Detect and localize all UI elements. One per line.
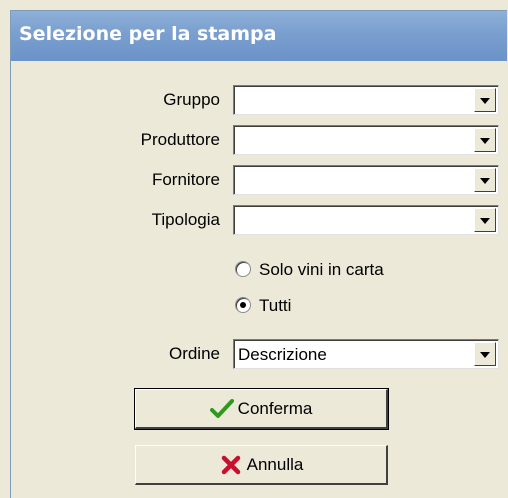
ordine-label: Ordine [168, 344, 220, 363]
cancel-button-label: Annulla [246, 454, 304, 474]
title-bar[interactable]: Selezione per la stampa [11, 11, 507, 61]
fornitore-label: Fornitore [151, 170, 220, 189]
radio-button-selected[interactable] [235, 297, 251, 313]
check-icon [209, 397, 234, 421]
gruppo-dropdown-arrow-icon[interactable] [474, 88, 496, 112]
radio-label: Solo vini in carta [259, 260, 384, 279]
dialog-window: Selezione per la stampa Gruppo Produttor… [10, 10, 507, 498]
cancel-button[interactable]: Annulla [135, 445, 388, 485]
ordine-value: Descrizione [238, 345, 327, 364]
window-title: Selezione per la stampa [19, 23, 277, 45]
x-mark-icon [219, 453, 243, 477]
confirm-button[interactable]: Conferma [134, 388, 389, 430]
tipologia-dropdown-arrow-icon[interactable] [474, 208, 496, 232]
ordine-dropdown-arrow-icon[interactable] [474, 342, 496, 366]
produttore-label: Produttore [140, 130, 220, 149]
gruppo-label: Gruppo [163, 90, 220, 109]
produttore-dropdown-arrow-icon[interactable] [474, 128, 496, 152]
gruppo-combobox[interactable] [233, 85, 499, 115]
tipologia-label: Tipologia [151, 210, 220, 229]
produttore-combobox[interactable] [233, 125, 499, 155]
tipologia-combobox[interactable] [233, 205, 499, 235]
radio-button[interactable] [235, 261, 251, 277]
confirm-button-label: Conferma [237, 398, 313, 418]
fornitore-dropdown-arrow-icon[interactable] [474, 168, 496, 192]
fornitore-combobox[interactable] [233, 165, 499, 195]
radio-label: Tutti [259, 296, 292, 315]
ordine-combobox[interactable]: Descrizione [233, 339, 499, 369]
